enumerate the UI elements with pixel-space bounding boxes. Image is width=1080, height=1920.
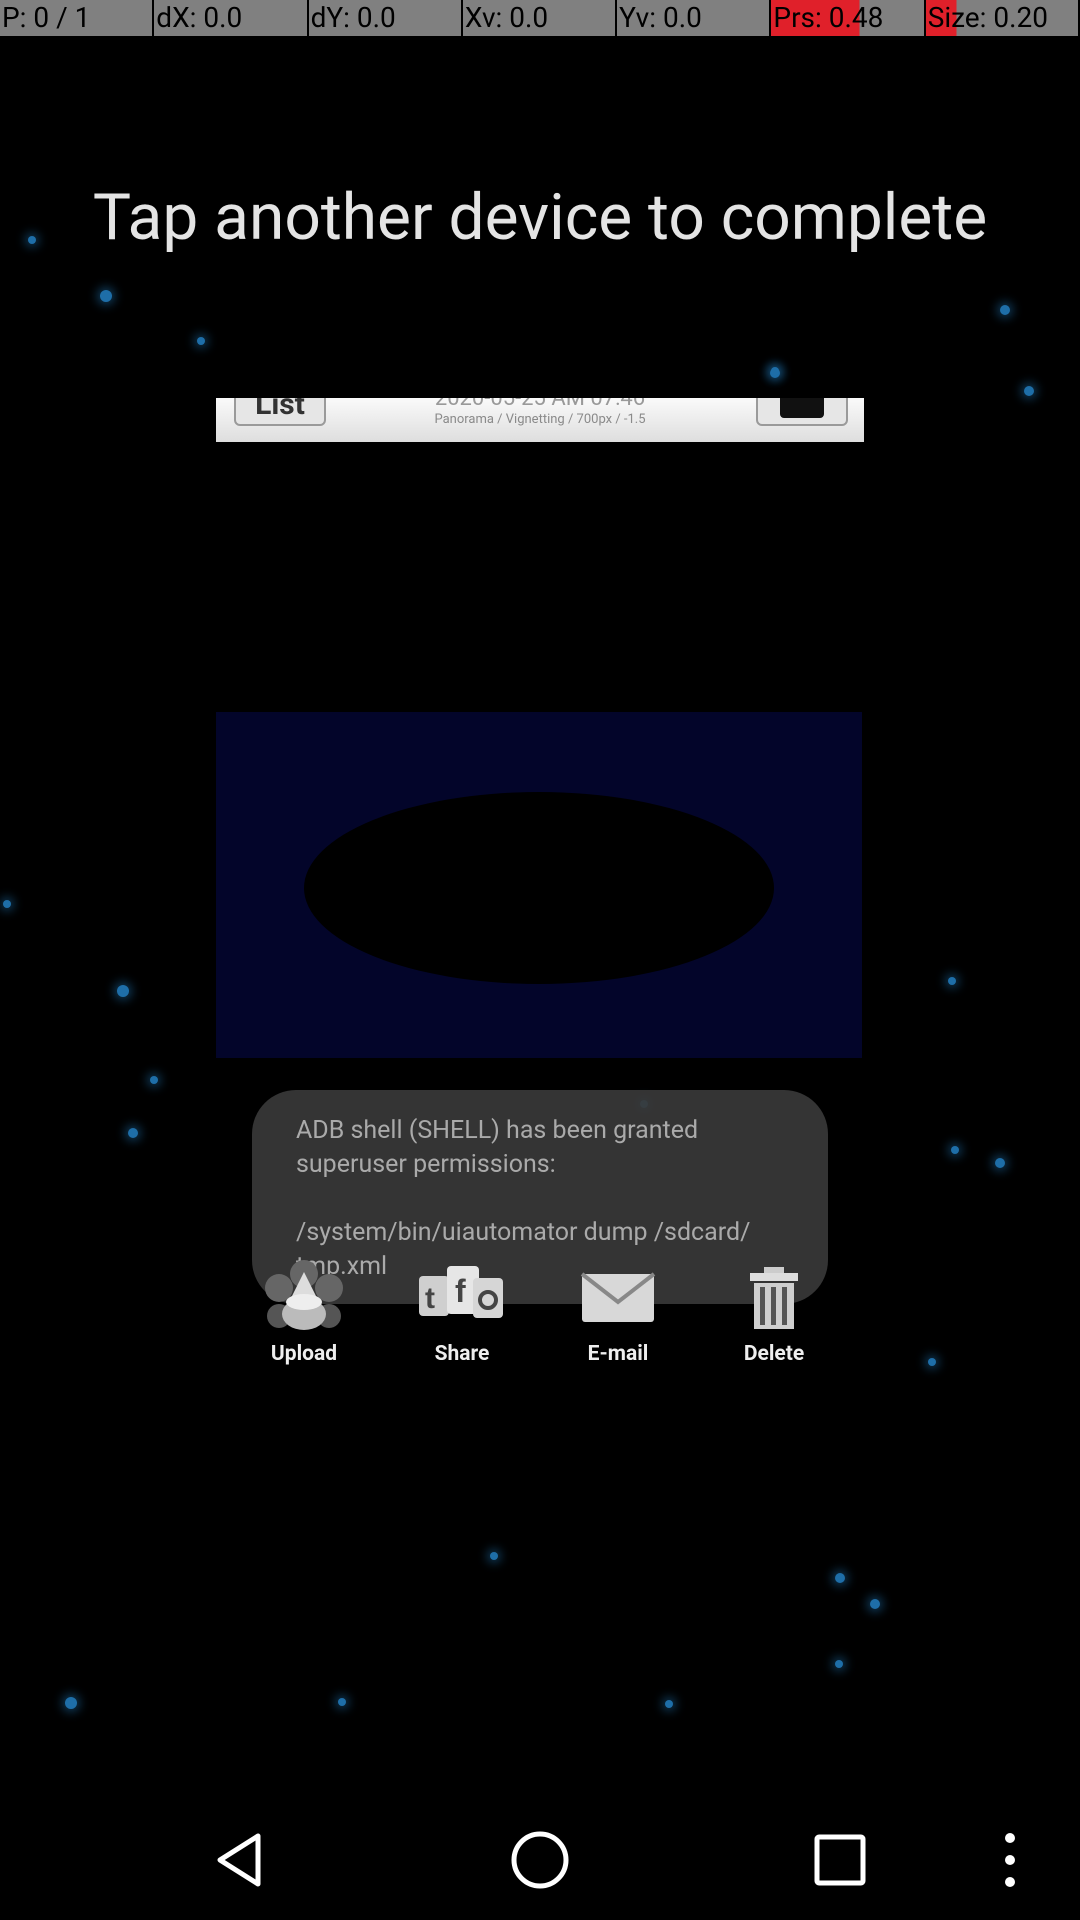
star <box>100 290 112 302</box>
upload-icon <box>244 1260 364 1334</box>
preview-photo <box>216 712 862 1058</box>
star <box>928 1358 936 1366</box>
back-icon[interactable] <box>200 1820 280 1900</box>
toast-line: /system/bin/uiautomator dump /sdcard/ <box>296 1218 751 1247</box>
pressure: Prs: 0.48 <box>771 0 926 36</box>
delete-label: Delete <box>743 1342 805 1366</box>
star <box>835 1660 843 1668</box>
toast-line: ADB shell (SHELL) has been granted <box>296 1116 699 1145</box>
photo-vignette <box>304 792 774 984</box>
email-label: E-mail <box>587 1342 649 1366</box>
star <box>65 1697 77 1709</box>
star <box>1000 305 1010 315</box>
star <box>771 367 779 375</box>
recents-icon[interactable] <box>800 1820 880 1900</box>
star <box>128 1128 138 1138</box>
star <box>948 977 956 985</box>
star <box>665 1700 673 1708</box>
velocity-y: Yv: 0.0 <box>617 0 772 36</box>
star <box>117 985 129 997</box>
pointer-count: P: 0 / 1 <box>0 0 155 36</box>
share-button[interactable]: t f Share <box>402 1262 522 1366</box>
beam-instruction: Tap another device to complete <box>92 180 988 255</box>
share-icon: t f <box>402 1262 522 1334</box>
star <box>995 1158 1005 1168</box>
velocity-x: Xv: 0.0 <box>462 0 618 36</box>
star <box>197 337 205 345</box>
star <box>951 1146 959 1154</box>
upload-button[interactable]: Upload <box>244 1260 364 1366</box>
email-icon <box>558 1262 678 1334</box>
star <box>870 1599 880 1609</box>
pointer-location-bar: P: 0 / 1 dX: 0.0 dY: 0.0 Xv: 0.0 Yv: 0.0… <box>0 0 1080 36</box>
star <box>1024 386 1034 396</box>
star <box>490 1552 498 1560</box>
upload-label: Upload <box>270 1342 338 1366</box>
toast-line: superuser permissions: <box>296 1150 556 1179</box>
toast-line: tmp.xml <box>296 1252 388 1281</box>
delta-x: dX: 0.0 <box>154 0 309 36</box>
touch-size: Size: 0.20 <box>925 0 1080 36</box>
email-button[interactable]: E-mail <box>558 1262 678 1366</box>
preview-header: List 2020-05-25 AM 07:46 Panorama / Vign… <box>216 398 864 442</box>
camera-icon <box>756 398 848 426</box>
star <box>338 1698 346 1706</box>
star <box>3 900 11 908</box>
svg-text:t: t <box>425 1282 435 1315</box>
trash-icon <box>714 1262 834 1334</box>
home-icon[interactable] <box>500 1820 580 1900</box>
more-icon[interactable] <box>980 1820 1040 1900</box>
navigation-bar <box>0 1800 1080 1920</box>
star <box>835 1573 845 1583</box>
star <box>150 1076 158 1084</box>
delta-y: dY: 0.0 <box>308 0 463 36</box>
svg-text:f: f <box>455 1273 466 1309</box>
share-label: Share <box>434 1342 490 1366</box>
delete-button[interactable]: Delete <box>714 1262 834 1366</box>
